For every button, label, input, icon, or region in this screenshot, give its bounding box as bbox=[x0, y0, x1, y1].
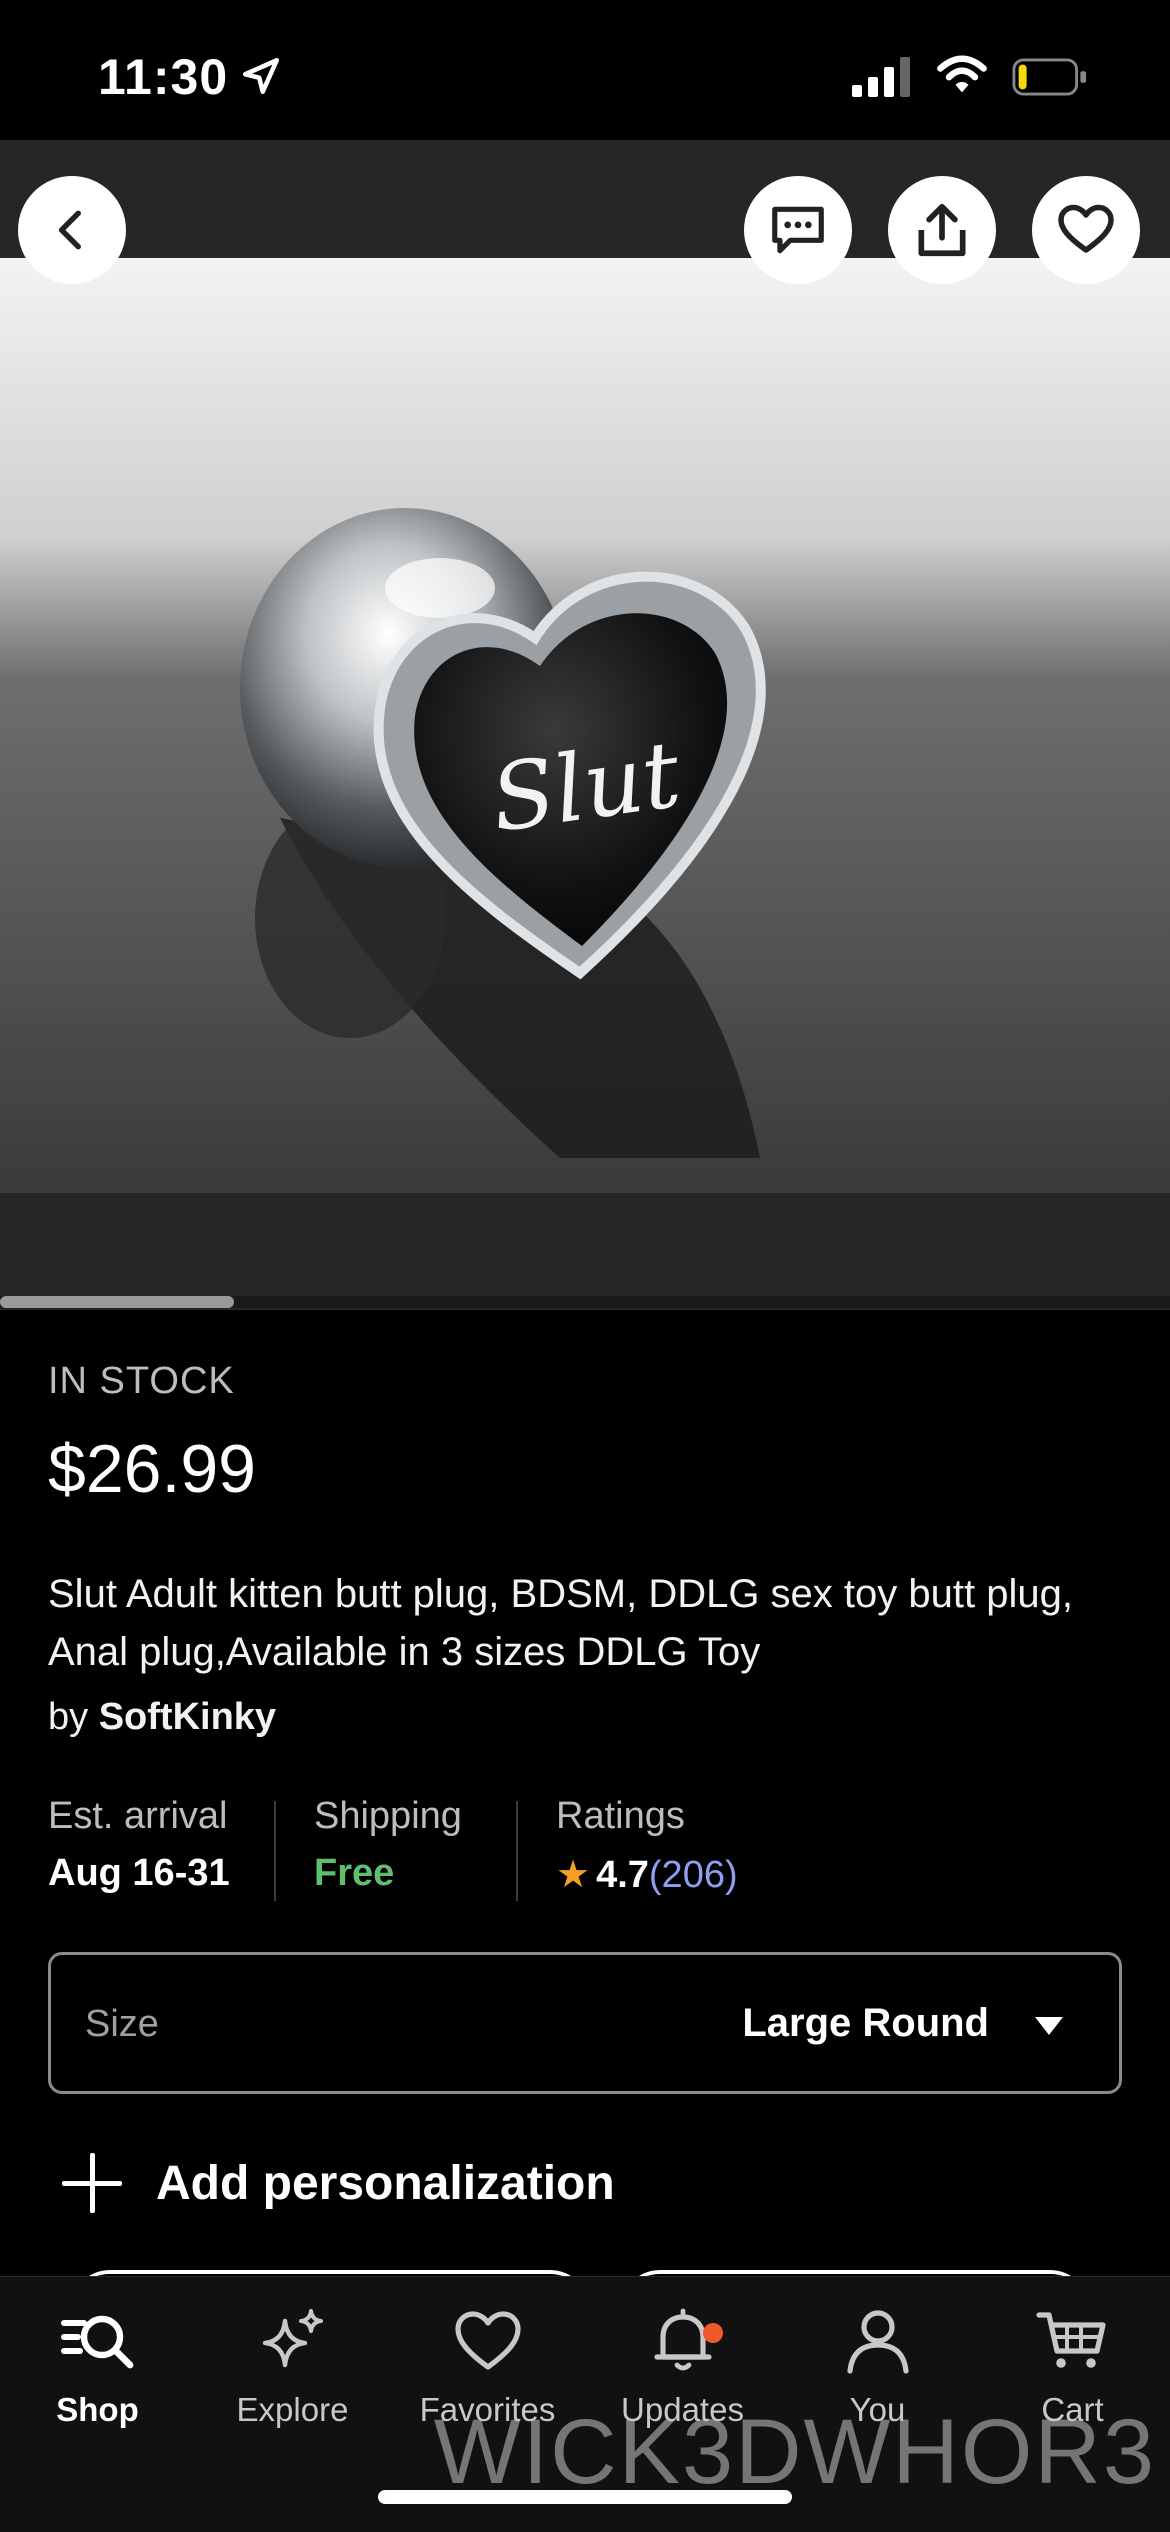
favorite-button[interactable] bbox=[1032, 176, 1140, 284]
notification-badge bbox=[703, 2323, 723, 2343]
divider bbox=[274, 1801, 276, 1901]
shipping-label: Shipping bbox=[314, 1795, 462, 1837]
arrival-label: Est. arrival bbox=[48, 1795, 228, 1837]
tab-label: Shop bbox=[56, 2391, 139, 2428]
info-row: Est. arrival Aug 16-31 Shipping Free Rat… bbox=[48, 1795, 1128, 1905]
sparkle-icon bbox=[262, 2309, 323, 2368]
add-personalization-label: Add personalization bbox=[156, 2156, 615, 2210]
status-time: 11:30 bbox=[98, 49, 229, 105]
carousel-progress-indicator bbox=[0, 1296, 234, 1308]
shop-search-icon bbox=[60, 2315, 133, 2369]
wifi-icon bbox=[937, 55, 987, 93]
shipping-info: Shipping Free bbox=[314, 1795, 462, 1905]
ratings-value[interactable]: ★ 4.7(206) bbox=[556, 1852, 738, 1897]
location-arrow-icon bbox=[242, 57, 280, 95]
tab-explore[interactable]: Explore bbox=[195, 2301, 390, 2429]
size-value: Large Round bbox=[742, 2001, 989, 2045]
status-bar: 11:30 bbox=[0, 0, 1170, 140]
person-icon bbox=[846, 2310, 909, 2374]
rating-score: 4.7 bbox=[596, 1854, 649, 1896]
arrival-info: Est. arrival Aug 16-31 bbox=[48, 1795, 230, 1905]
battery-icon bbox=[1012, 58, 1087, 96]
star-icon: ★ bbox=[556, 1854, 591, 1896]
tab-shop[interactable]: Shop bbox=[0, 2301, 195, 2429]
shop-name-link[interactable]: SoftKinky bbox=[99, 1696, 276, 1738]
plus-icon bbox=[62, 2153, 122, 2213]
back-button[interactable] bbox=[18, 176, 126, 284]
share-button[interactable] bbox=[888, 176, 996, 284]
arrival-value: Aug 16-31 bbox=[48, 1852, 230, 1894]
divider bbox=[516, 1801, 518, 1901]
heart-icon bbox=[454, 2311, 521, 2370]
size-label: Size bbox=[85, 2003, 159, 2045]
heart-outline-icon bbox=[1058, 204, 1114, 253]
chevron-left-icon bbox=[58, 210, 81, 250]
size-select[interactable]: Size Large Round bbox=[48, 1952, 1122, 2094]
ratings-info[interactable]: Ratings ★ 4.7(206) bbox=[556, 1795, 738, 1905]
shipping-value: Free bbox=[314, 1852, 395, 1894]
product-photo[interactable]: Slut bbox=[0, 258, 1170, 1193]
cellular-signal-icon bbox=[852, 57, 910, 97]
shop-byline: by SoftKinky bbox=[48, 1696, 276, 1739]
stock-status: IN STOCK bbox=[48, 1360, 235, 1402]
dropdown-caret-icon bbox=[1035, 2017, 1063, 2035]
price: $26.99 bbox=[48, 1431, 256, 1507]
cart-icon bbox=[1035, 2312, 1106, 2368]
message-icon bbox=[772, 206, 824, 254]
tab-label: Explore bbox=[236, 2391, 349, 2428]
share-icon bbox=[918, 203, 966, 257]
message-seller-button[interactable] bbox=[744, 176, 852, 284]
rating-count[interactable]: (206) bbox=[649, 1854, 738, 1896]
home-indicator[interactable] bbox=[378, 2490, 792, 2504]
product-title: Slut Adult kitten butt plug, BDSM, DDLG … bbox=[48, 1572, 1073, 1674]
ratings-label: Ratings bbox=[556, 1795, 685, 1837]
add-personalization-button[interactable]: Add personalization bbox=[62, 2148, 615, 2218]
by-prefix: by bbox=[48, 1696, 89, 1738]
